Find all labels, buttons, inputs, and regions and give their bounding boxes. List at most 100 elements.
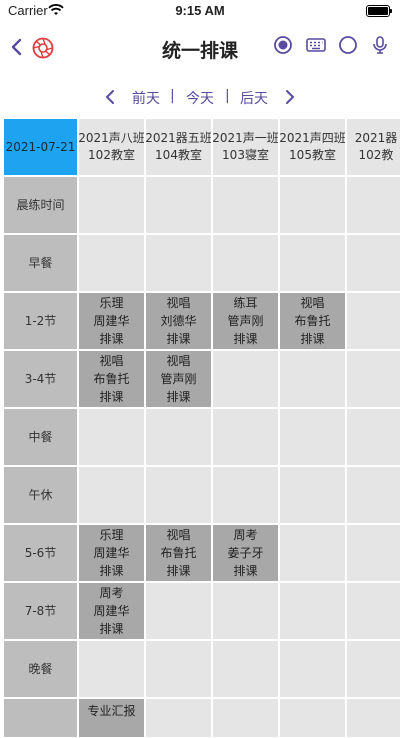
empty-slot[interactable] [78,408,145,466]
period-header-cell: 5-6节 [3,524,78,582]
schedule-entry[interactable]: 周考 姜子牙 排课 [212,524,279,582]
schedule-entry[interactable]: 视唱 布鲁托 排课 [279,292,346,350]
entry-teacher: 姜子牙 [227,546,264,560]
empty-slot[interactable] [279,698,346,738]
empty-slot[interactable] [145,582,212,640]
empty-slot[interactable] [145,466,212,524]
empty-slot[interactable] [212,466,279,524]
prev-day-button[interactable]: 前天 [132,88,160,108]
entry-status: 排课 [99,332,124,346]
class-name: 2021声四班 [279,131,346,145]
class-room: 105教室 [289,148,336,162]
schedule-entry[interactable]: 视唱 刘德华 排课 [145,292,212,350]
empty-slot[interactable] [145,698,212,738]
status-bar: Carrier 9:15 AM [0,0,400,22]
empty-slot[interactable] [279,350,346,408]
class-room: 104教室 [155,148,202,162]
next-day-button[interactable]: 后天 [240,88,268,108]
class-name: 2021器五班 [145,131,212,145]
keyboard-icon[interactable] [305,34,327,56]
entry-course: 专业汇报 [87,704,136,718]
empty-slot[interactable] [279,176,346,234]
empty-slot[interactable] [212,698,279,738]
empty-slot[interactable] [346,408,400,466]
today-button[interactable]: 今天 [186,88,214,108]
empty-slot[interactable] [346,698,400,738]
empty-slot[interactable] [145,640,212,698]
entry-course: 乐理 [99,296,124,310]
empty-slot[interactable] [212,234,279,292]
empty-slot[interactable] [279,466,346,524]
entry-course: 视唱 [99,354,124,368]
empty-slot[interactable] [212,350,279,408]
microphone-icon[interactable] [369,34,391,56]
empty-slot[interactable] [346,292,400,350]
entry-teacher: 布鲁托 [93,372,130,386]
empty-slot[interactable] [346,524,400,582]
separator: | [170,88,175,104]
schedule-entry[interactable]: 专业汇报 [78,698,145,738]
empty-slot[interactable] [346,350,400,408]
empty-slot[interactable] [145,176,212,234]
period-header-cell: 中餐 [3,408,78,466]
empty-slot[interactable] [212,408,279,466]
period-header-cell: 3-4节 [3,350,78,408]
schedule-entry[interactable]: 周考 周建华 排课 [78,582,145,640]
entry-teacher: 刘德华 [160,314,197,328]
class-room: 103寝室 [222,148,269,162]
schedule-entry[interactable]: 视唱 管声刚 排课 [145,350,212,408]
class-header-cell: 2021声四班 105教室 [279,118,346,176]
empty-slot[interactable] [212,176,279,234]
entry-course: 视唱 [166,296,191,310]
entry-teacher: 周建华 [93,546,130,560]
entry-status: 排课 [233,332,258,346]
entry-teacher: 布鲁托 [160,546,197,560]
class-name: 2021声八班 [78,131,145,145]
empty-slot[interactable] [279,640,346,698]
empty-slot[interactable] [78,176,145,234]
empty-slot[interactable] [279,408,346,466]
empty-slot[interactable] [346,176,400,234]
radio-selected-icon[interactable] [272,34,294,56]
empty-slot[interactable] [279,582,346,640]
schedule-entry[interactable]: 视唱 布鲁托 排课 [145,524,212,582]
empty-slot[interactable] [346,640,400,698]
empty-slot[interactable] [145,234,212,292]
class-header-cell: 2021器五班 104教室 [145,118,212,176]
date-navigation: 前天 | 今天 | 后天 [0,85,400,109]
period-header-cell: 晨练时间 [3,176,78,234]
empty-slot[interactable] [212,640,279,698]
empty-slot[interactable] [78,466,145,524]
prev-chevron-icon[interactable] [104,88,116,106]
schedule-entry[interactable]: 练耳 管声刚 排课 [212,292,279,350]
entry-status: 排课 [99,564,124,578]
empty-slot[interactable] [78,234,145,292]
entry-course: 视唱 [166,354,191,368]
empty-slot[interactable] [212,582,279,640]
entry-teacher: 周建华 [93,314,130,328]
empty-slot[interactable] [279,234,346,292]
class-header-cell: 2021声一班 103寝室 [212,118,279,176]
empty-slot[interactable] [346,234,400,292]
empty-slot[interactable] [78,640,145,698]
entry-course: 练耳 [233,296,258,310]
schedule-entry[interactable]: 乐理 周建华 排课 [78,524,145,582]
entry-status: 排课 [300,332,325,346]
period-header-cell: 早餐 [3,234,78,292]
entry-course: 周考 [99,586,124,600]
entry-course: 周考 [233,528,258,542]
class-header-cell: 2021声八班 102教室 [78,118,145,176]
empty-slot[interactable] [346,466,400,524]
radio-empty-icon[interactable] [337,34,359,56]
schedule-entry[interactable]: 乐理 周建华 排课 [78,292,145,350]
next-chevron-icon[interactable] [284,88,296,106]
empty-slot[interactable] [145,408,212,466]
date-header-cell: 2021-07-21 [3,118,78,176]
entry-course: 视唱 [166,528,191,542]
empty-slot[interactable] [346,582,400,640]
period-header-cell: 晚餐 [3,640,78,698]
entry-course: 乐理 [99,528,124,542]
entry-teacher: 管声刚 [227,314,264,328]
empty-slot[interactable] [279,524,346,582]
schedule-entry[interactable]: 视唱 布鲁托 排课 [78,350,145,408]
